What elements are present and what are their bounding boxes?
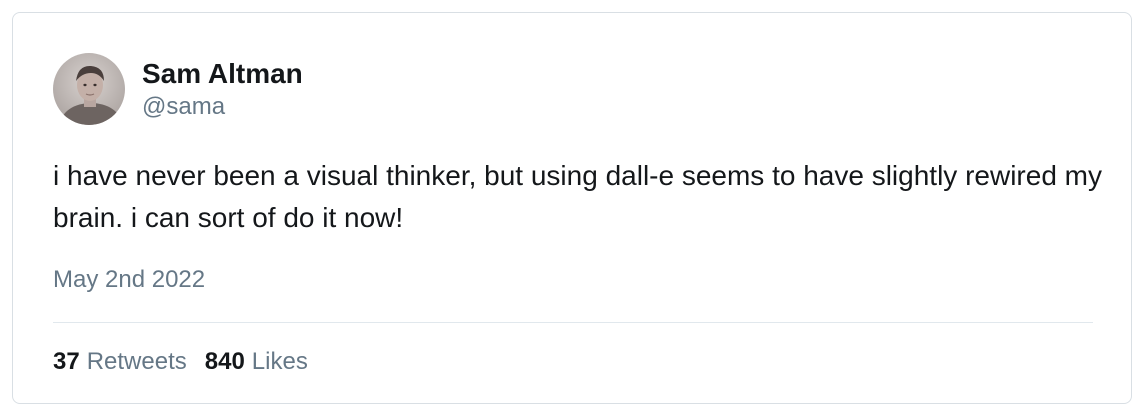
likes-stat[interactable]: 840 Likes: [205, 347, 308, 377]
retweets-stat[interactable]: 37 Retweets: [53, 347, 187, 377]
avatar-photo-icon: [53, 53, 125, 125]
tweet-card: Sam Altman @sama i have never been a vis…: [12, 12, 1132, 404]
likes-count: 840: [204, 348, 245, 375]
author-name[interactable]: Sam Altman: [142, 57, 303, 91]
tweet-stats: 37 Retweets 840 Likes: [53, 347, 308, 377]
retweets-label: Retweets: [86, 348, 187, 375]
retweets-count: 37: [53, 348, 80, 375]
tweet-text: i have never been a visual thinker, but …: [53, 160, 1102, 233]
author-names: Sam Altman @sama: [142, 57, 303, 121]
tweet-header: Sam Altman @sama: [53, 53, 303, 125]
tweet-date[interactable]: May 2nd 2022: [53, 265, 205, 295]
likes-label: Likes: [251, 348, 308, 375]
author-handle[interactable]: @sama: [142, 93, 303, 121]
avatar[interactable]: [53, 53, 125, 125]
divider: [53, 322, 1093, 323]
